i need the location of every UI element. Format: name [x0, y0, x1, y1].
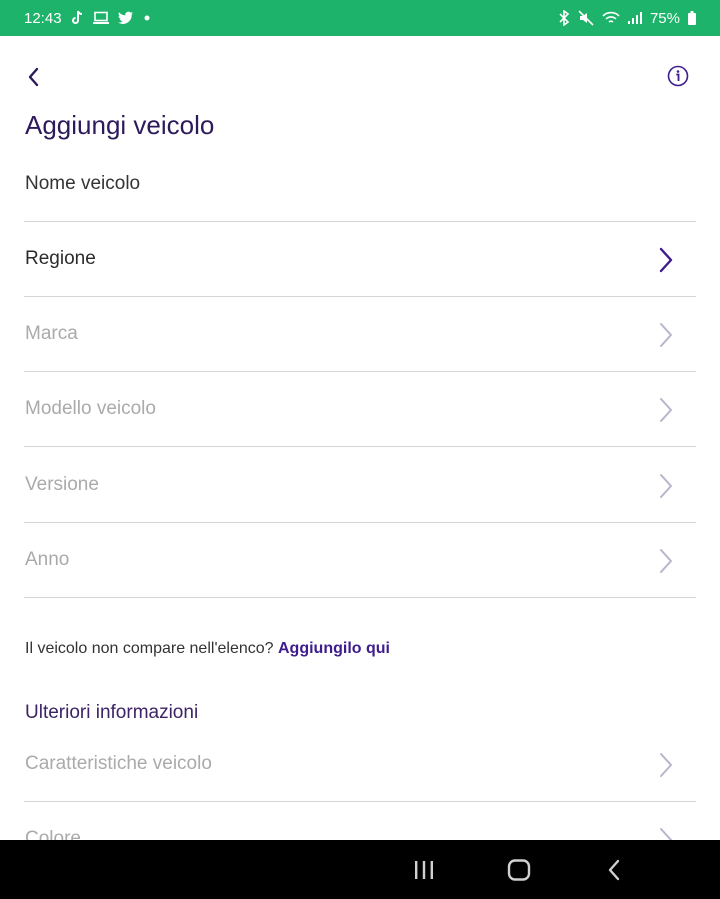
- info-button[interactable]: [664, 62, 692, 90]
- bluetooth-icon: [558, 10, 570, 26]
- model-row[interactable]: Modello veicolo: [24, 372, 696, 447]
- vehicle-name-label: Nome veicolo: [25, 173, 141, 194]
- year-label: Anno: [25, 549, 70, 570]
- wifi-icon: [602, 11, 620, 25]
- more-info-title: Ulteriori informazioni: [25, 702, 199, 723]
- battery-icon: [688, 11, 696, 25]
- chevron-right-icon: [659, 247, 673, 273]
- vehicle-name-field[interactable]: Nome veicolo: [24, 160, 696, 222]
- chevron-left-icon: [28, 67, 39, 87]
- recent-apps-button[interactable]: [407, 854, 441, 886]
- brand-label: Marca: [25, 323, 78, 344]
- version-label: Versione: [25, 474, 99, 495]
- system-nav-bar: [0, 840, 720, 899]
- status-right: 75%: [558, 10, 696, 27]
- top-bar: [0, 36, 720, 116]
- chevron-right-icon: [660, 474, 672, 498]
- vehicle-not-listed-hint: Il veicolo non compare nell'elenco? Aggi…: [25, 640, 390, 658]
- status-left: 12:43: [24, 10, 152, 27]
- signal-icon: [627, 12, 642, 24]
- chevron-right-icon: [660, 549, 672, 573]
- twitter-icon: [117, 11, 134, 25]
- region-row[interactable]: Regione: [24, 222, 696, 297]
- model-label: Modello veicolo: [25, 398, 156, 419]
- vehicle-features-row[interactable]: Caratteristiche veicolo: [24, 727, 696, 802]
- add-vehicle-here-link[interactable]: Aggiungilo qui: [278, 640, 390, 657]
- home-icon: [507, 859, 531, 881]
- home-button[interactable]: [502, 854, 536, 886]
- recent-apps-icon: [415, 861, 433, 879]
- hint-text: Il veicolo non compare nell'elenco?: [25, 640, 274, 657]
- battery-level: 75%: [649, 9, 680, 27]
- mute-icon: [578, 10, 594, 26]
- back-button[interactable]: [18, 62, 48, 92]
- status-time: 12:43: [24, 9, 62, 27]
- chevron-right-icon: [660, 753, 672, 777]
- version-row[interactable]: Versione: [24, 448, 696, 523]
- dot-icon: [142, 13, 152, 23]
- year-row[interactable]: Anno: [24, 523, 696, 598]
- page-title: Aggiungi veicolo: [25, 110, 215, 140]
- tiktok-icon: [70, 10, 84, 26]
- status-bar: 12:43 75%: [0, 0, 720, 36]
- laptop-icon: [92, 11, 110, 25]
- brand-row[interactable]: Marca: [24, 297, 696, 372]
- vehicle-features-label: Caratteristiche veicolo: [25, 753, 212, 774]
- info-circle-icon: [667, 65, 689, 87]
- system-back-button[interactable]: [597, 854, 631, 886]
- chevron-right-icon: [660, 323, 672, 347]
- region-label: Regione: [25, 248, 96, 269]
- back-icon: [608, 859, 620, 881]
- chevron-right-icon: [660, 398, 672, 422]
